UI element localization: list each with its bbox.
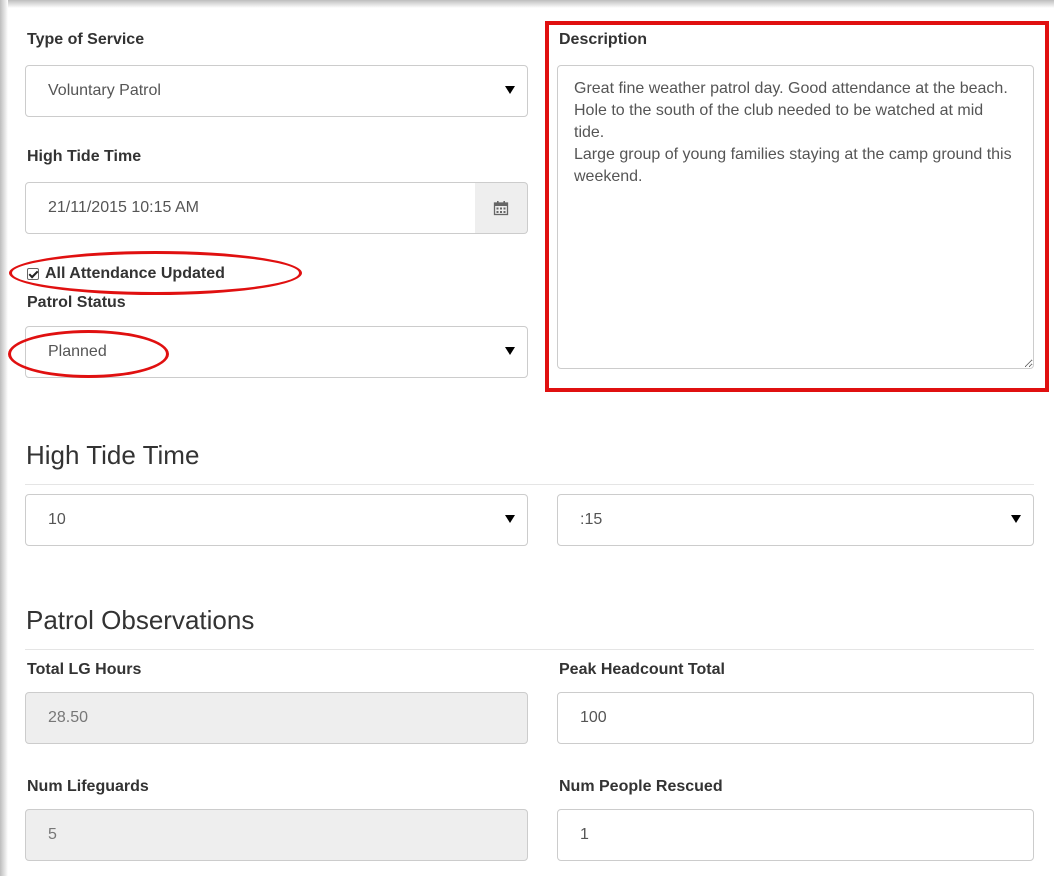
description-textarea[interactable]: Great fine weather patrol day. Good atte… bbox=[557, 65, 1034, 369]
patrol-status-label: Patrol Status bbox=[27, 294, 126, 311]
peak-headcount-value: 100 bbox=[580, 709, 607, 726]
num-rescued-value: 1 bbox=[580, 826, 589, 843]
num-lifeguards-label: Num Lifeguards bbox=[27, 778, 149, 795]
chevron-down-icon bbox=[505, 347, 515, 355]
num-lifeguards-field: 5 bbox=[25, 809, 528, 861]
num-rescued-label: Num People Rescued bbox=[559, 778, 723, 795]
divider bbox=[25, 484, 1034, 485]
calendar-button[interactable] bbox=[475, 182, 528, 234]
divider bbox=[25, 649, 1034, 650]
description-label: Description bbox=[559, 31, 648, 48]
high-tide-time-label: High Tide Time bbox=[27, 148, 142, 165]
hour-select[interactable]: 10 bbox=[25, 494, 528, 546]
type-of-service-value: Voluntary Patrol bbox=[48, 82, 161, 99]
high-tide-section-heading: High Tide Time bbox=[26, 440, 200, 470]
patrol-observations-heading: Patrol Observations bbox=[26, 605, 255, 635]
all-attendance-checkbox[interactable] bbox=[27, 268, 39, 280]
total-lg-hours-label: Total LG Hours bbox=[27, 661, 142, 678]
total-lg-hours-field: 28.50 bbox=[25, 692, 528, 744]
num-lifeguards-value: 5 bbox=[48, 826, 57, 843]
page-frame-top bbox=[0, 0, 1054, 8]
hour-value: 10 bbox=[48, 511, 66, 528]
high-tide-time-input[interactable]: 21/11/2015 10:15 AM bbox=[25, 182, 476, 234]
patrol-status-value: Planned bbox=[48, 343, 107, 360]
type-of-service-label: Type of Service bbox=[27, 31, 145, 48]
all-attendance-label: All Attendance Updated bbox=[45, 265, 225, 282]
minute-select[interactable]: :15 bbox=[557, 494, 1034, 546]
calendar-icon bbox=[493, 201, 509, 216]
chevron-down-icon bbox=[1011, 515, 1021, 523]
high-tide-time-value: 21/11/2015 10:15 AM bbox=[48, 199, 199, 216]
type-of-service-select[interactable]: Voluntary Patrol bbox=[25, 65, 528, 117]
minute-value: :15 bbox=[580, 511, 603, 528]
chevron-down-icon bbox=[505, 515, 515, 523]
patrol-status-select[interactable]: Planned bbox=[25, 326, 528, 378]
num-rescued-field[interactable]: 1 bbox=[557, 809, 1034, 861]
total-lg-hours-value: 28.50 bbox=[48, 709, 89, 726]
peak-headcount-field[interactable]: 100 bbox=[557, 692, 1034, 744]
page-frame-left bbox=[0, 0, 8, 876]
chevron-down-icon bbox=[505, 86, 515, 94]
peak-headcount-label: Peak Headcount Total bbox=[559, 661, 725, 678]
